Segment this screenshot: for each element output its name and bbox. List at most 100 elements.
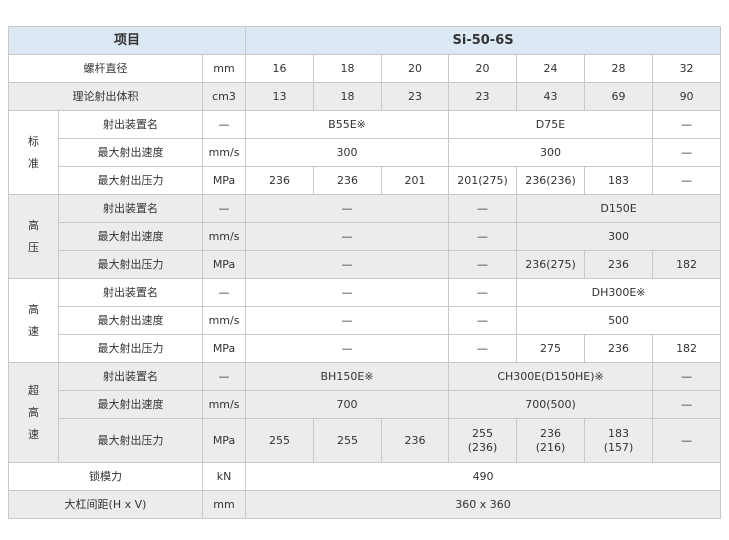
value-cell: 18 — [313, 54, 383, 83]
value-cell: 23 — [448, 82, 518, 111]
value-cell: 500 — [516, 306, 722, 335]
clamp-row: 锁模力 kN 490 — [8, 462, 722, 491]
value-cell: CH300E(D150HE)※ — [448, 362, 654, 391]
unit-cell: mm/s — [201, 306, 247, 335]
value-cell: 201 — [381, 166, 450, 195]
category-char: 标 — [28, 134, 39, 148]
value-cell: 13 — [245, 82, 315, 111]
unit-cell: mm/s — [201, 138, 247, 167]
value-cell: 236 — [584, 250, 654, 279]
unit-cell: MPa — [201, 250, 247, 279]
unit-cell: — — [201, 278, 247, 307]
value-cell: 700 — [245, 390, 450, 419]
value-cell: — — [245, 278, 450, 307]
value-line: 255 — [269, 433, 291, 447]
row-label: 螺杆直径 — [8, 54, 203, 83]
value-cell: 32 — [652, 54, 722, 83]
category-char: 高 — [28, 302, 39, 316]
row-label: 最大射出速度 — [58, 306, 203, 335]
row-label: 射出装置名 — [58, 194, 203, 223]
value-cell: 182 — [652, 250, 722, 279]
value-cell: — — [245, 222, 450, 251]
value-cell: 183 (157) — [584, 418, 654, 463]
header-row: 项目 Si-50-6S — [7, 26, 722, 55]
spec-table: 项目 Si-50-6S 螺杆直径 mm 16 18 20 20 24 28 32… — [7, 26, 722, 519]
value-line: 255 — [472, 426, 494, 440]
category-char: 压 — [28, 240, 39, 254]
value-line: 236 — [540, 426, 562, 440]
value-cell: 700(500) — [448, 390, 654, 419]
category-char: 准 — [28, 156, 39, 170]
screw-row: 螺杆直径 mm 16 18 20 20 24 28 32 — [8, 54, 722, 83]
model-header: Si-50-6S — [245, 26, 722, 55]
value-cell: — — [448, 222, 518, 251]
value-cell: 255 — [245, 418, 315, 463]
value-cell: 16 — [245, 54, 315, 83]
item-header: 项目 — [7, 26, 247, 55]
value-cell: — — [245, 334, 450, 363]
value-cell: 236(275) — [516, 250, 586, 279]
unit-cell: MPa — [201, 418, 247, 463]
value-line: 236 — [404, 433, 426, 447]
standard-pressure-row: 最大射出压力 MPa 236 236 201 201(275) 236(236)… — [9, 166, 722, 195]
ultra-speed-unit-row: 超 高 速 射出装置名 — BH150E※ CH300E(D150HE)※ — — [8, 362, 722, 463]
row-label: 最大射出压力 — [58, 166, 203, 195]
value-cell: 20 — [448, 54, 518, 83]
value-cell: 236 — [313, 166, 383, 195]
category-char: 高 — [28, 218, 39, 232]
high-pressure-unit-row: 高 压 射出装置名 — — — D150E — [8, 194, 722, 279]
unit-cell: mm/s — [201, 390, 247, 419]
standard-speed-row: 最大射出速度 mm/s 300 300 — — [9, 138, 722, 167]
category-high-speed: 高 速 — [8, 278, 59, 363]
value-cell: B55E※ — [245, 110, 450, 139]
value-cell: 490 — [245, 462, 722, 491]
category-high-pressure: 高 压 — [8, 194, 59, 279]
ultra-speed-pressure-row: 最大射出压力 MPa 255 255 236 255 (236) 236 (21… — [8, 418, 722, 463]
category-char: 超 — [28, 383, 39, 397]
value-cell: — — [652, 110, 722, 139]
unit-cell: kN — [201, 462, 247, 491]
unit-cell: MPa — [201, 334, 247, 363]
high-speed-unit-row: 高 速 射出装置名 — — — DH300E※ — [8, 278, 722, 363]
standard-unit-row: 标 准 射出装置名 — B55E※ D75E — — [8, 110, 722, 195]
row-label: 最大射出速度 — [58, 390, 203, 419]
value-cell: 236 — [381, 418, 450, 463]
row-label: 射出装置名 — [58, 110, 203, 139]
unit-cell: cm3 — [201, 82, 247, 111]
value-cell: 18 — [313, 82, 383, 111]
value-cell: — — [448, 250, 518, 279]
value-line: 183 — [608, 426, 630, 440]
value-cell: 300 — [448, 138, 654, 167]
row-label: 理论射出体积 — [8, 82, 203, 111]
unit-cell: mm — [201, 54, 247, 83]
value-cell: 90 — [652, 82, 722, 111]
unit-cell: — — [201, 110, 247, 139]
value-cell: 300 — [516, 222, 722, 251]
value-cell: — — [652, 138, 722, 167]
value-cell: — — [652, 390, 722, 419]
value-cell: 236 (216) — [516, 418, 586, 463]
volume-row: 理论射出体积 cm3 13 18 23 23 43 69 90 — [8, 82, 722, 111]
category-standard: 标 准 — [8, 110, 59, 195]
value-cell: BH150E※ — [245, 362, 450, 391]
value-cell: — — [245, 194, 450, 223]
value-cell: 300 — [245, 138, 450, 167]
value-cell: DH300E※ — [516, 278, 722, 307]
row-label: 最大射出速度 — [58, 138, 203, 167]
high-speed-speed-row: 最大射出速度 mm/s — — 500 — [9, 306, 722, 335]
high-pressure-speed-row: 最大射出速度 mm/s — — 300 — [8, 222, 722, 251]
value-cell: 236 — [245, 166, 315, 195]
unit-cell: MPa — [201, 166, 247, 195]
value-cell: 69 — [584, 82, 654, 111]
value-cell: 24 — [516, 54, 586, 83]
value-cell: — — [652, 418, 722, 463]
value-cell: — — [448, 334, 518, 363]
value-line: (157) — [603, 440, 634, 454]
value-line: — — [681, 433, 693, 447]
value-cell: 275 — [516, 334, 586, 363]
row-label: 最大射出压力 — [58, 334, 203, 363]
unit-cell: — — [201, 194, 247, 223]
ultra-speed-speed-row: 最大射出速度 mm/s 700 700(500) — — [8, 390, 722, 419]
high-speed-pressure-row: 最大射出压力 MPa — — 275 236 182 — [9, 334, 722, 363]
value-line: (236) — [467, 440, 498, 454]
